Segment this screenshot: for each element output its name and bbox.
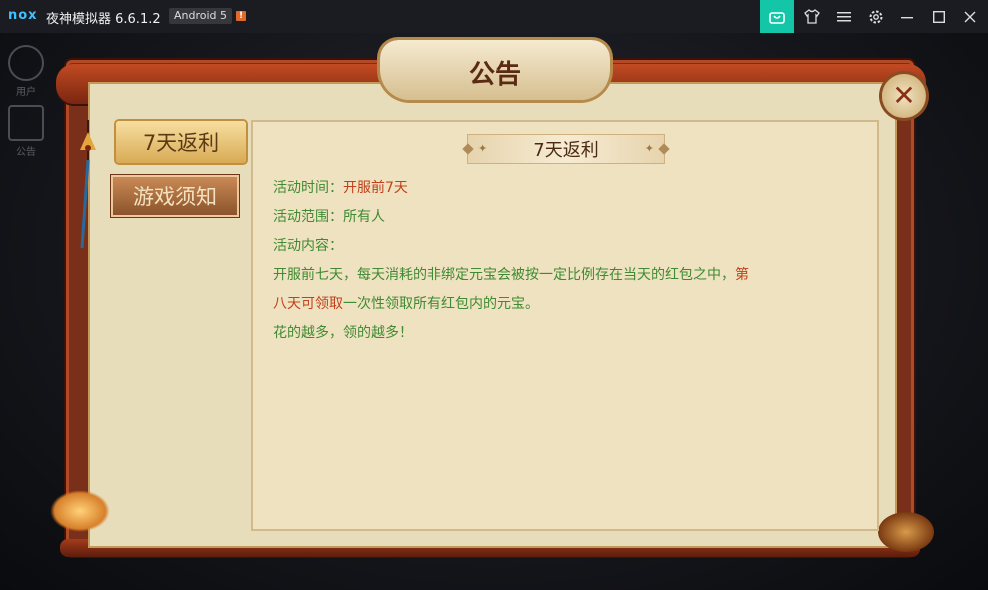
maximize-icon xyxy=(933,10,945,23)
lotus-lamp-icon xyxy=(50,490,110,532)
android-version-badge: Android 5 xyxy=(169,8,233,24)
dialog-close-button[interactable]: ✕ xyxy=(882,74,926,118)
gear-icon xyxy=(869,10,883,23)
announcement-content: ✦ 7天返利 ✦ 活动时间：开服前7天 活动范围：所有人 活动内容： 开服前七天… xyxy=(251,120,879,531)
app-title: 夜神模拟器 6.6.1.2 xyxy=(46,12,161,27)
dialog-title: 公告 xyxy=(468,60,521,90)
store-button[interactable] xyxy=(760,0,794,33)
close-icon xyxy=(964,11,976,22)
content-heading: 7天返利 xyxy=(533,140,599,161)
skin-button[interactable] xyxy=(795,0,829,33)
diamond-right-icon xyxy=(658,143,670,155)
nox-logo: nox xyxy=(8,8,38,23)
activity-desc-line2: 八天可领取一次性领取所有红包内的元宝。 xyxy=(273,293,539,313)
tassel-ornament-icon xyxy=(80,120,96,249)
desc-line1-highlight: 第 xyxy=(735,267,749,283)
tab-7day-rebate[interactable]: 7天返利 xyxy=(116,121,246,163)
activity-range-label: 活动范围： xyxy=(273,209,343,225)
tab-game-notice[interactable]: 游戏须知 xyxy=(113,177,237,215)
desc-line1-text: 开服前七天，每天消耗的非绑定元宝会被按一定比例存在当天的红包之中， xyxy=(273,267,735,283)
desc-line2-highlight: 八天可领取 xyxy=(273,296,343,312)
content-heading-bar: ✦ 7天返利 ✦ xyxy=(462,134,670,164)
activity-range-row: 活动范围：所有人 xyxy=(273,206,385,226)
emulator-title-bar: nox 夜神模拟器 6.6.1.2 Android 5 ! xyxy=(0,0,988,33)
diamond-left-icon xyxy=(462,143,474,155)
shirt-icon xyxy=(804,9,820,24)
activity-time-label: 活动时间： xyxy=(273,180,343,196)
sparkle-left-icon: ✦ xyxy=(478,142,488,155)
activity-time-value: 开服前7天 xyxy=(343,180,408,196)
store-icon xyxy=(769,11,785,24)
sidebar-user[interactable]: 用户 xyxy=(6,45,46,98)
settings-button[interactable] xyxy=(859,0,893,33)
activity-slogan: 花的越多，领的越多！ xyxy=(273,325,413,341)
close-window-button[interactable] xyxy=(953,0,987,33)
activity-range-value: 所有人 xyxy=(343,209,385,225)
dialog-title-plaque: 公告 xyxy=(380,40,610,100)
menu-icon xyxy=(837,11,851,21)
desc-line2-text: 一次性领取所有红包内的元宝。 xyxy=(343,296,539,312)
notice-icon xyxy=(8,105,44,141)
activity-content-label: 活动内容： xyxy=(273,238,343,254)
sidebar-notice-label: 公告 xyxy=(16,147,36,158)
menu-button[interactable] xyxy=(827,0,861,33)
user-icon xyxy=(8,45,44,81)
minimize-icon xyxy=(901,16,913,18)
maximize-button[interactable] xyxy=(922,0,956,33)
sidebar-notice[interactable]: 公告 xyxy=(6,105,46,158)
activity-time-row: 活动时间：开服前7天 xyxy=(273,177,408,197)
warning-badge[interactable]: ! xyxy=(236,11,246,21)
close-x-icon: ✕ xyxy=(892,79,916,112)
activity-desc-line1: 开服前七天，每天消耗的非绑定元宝会被按一定比例存在当天的红包之中，第 xyxy=(273,264,749,284)
minimize-button[interactable] xyxy=(890,0,924,33)
sidebar-user-label: 用户 xyxy=(16,87,36,98)
sparkle-right-icon: ✦ xyxy=(644,142,654,155)
incense-burner-icon xyxy=(878,512,934,552)
